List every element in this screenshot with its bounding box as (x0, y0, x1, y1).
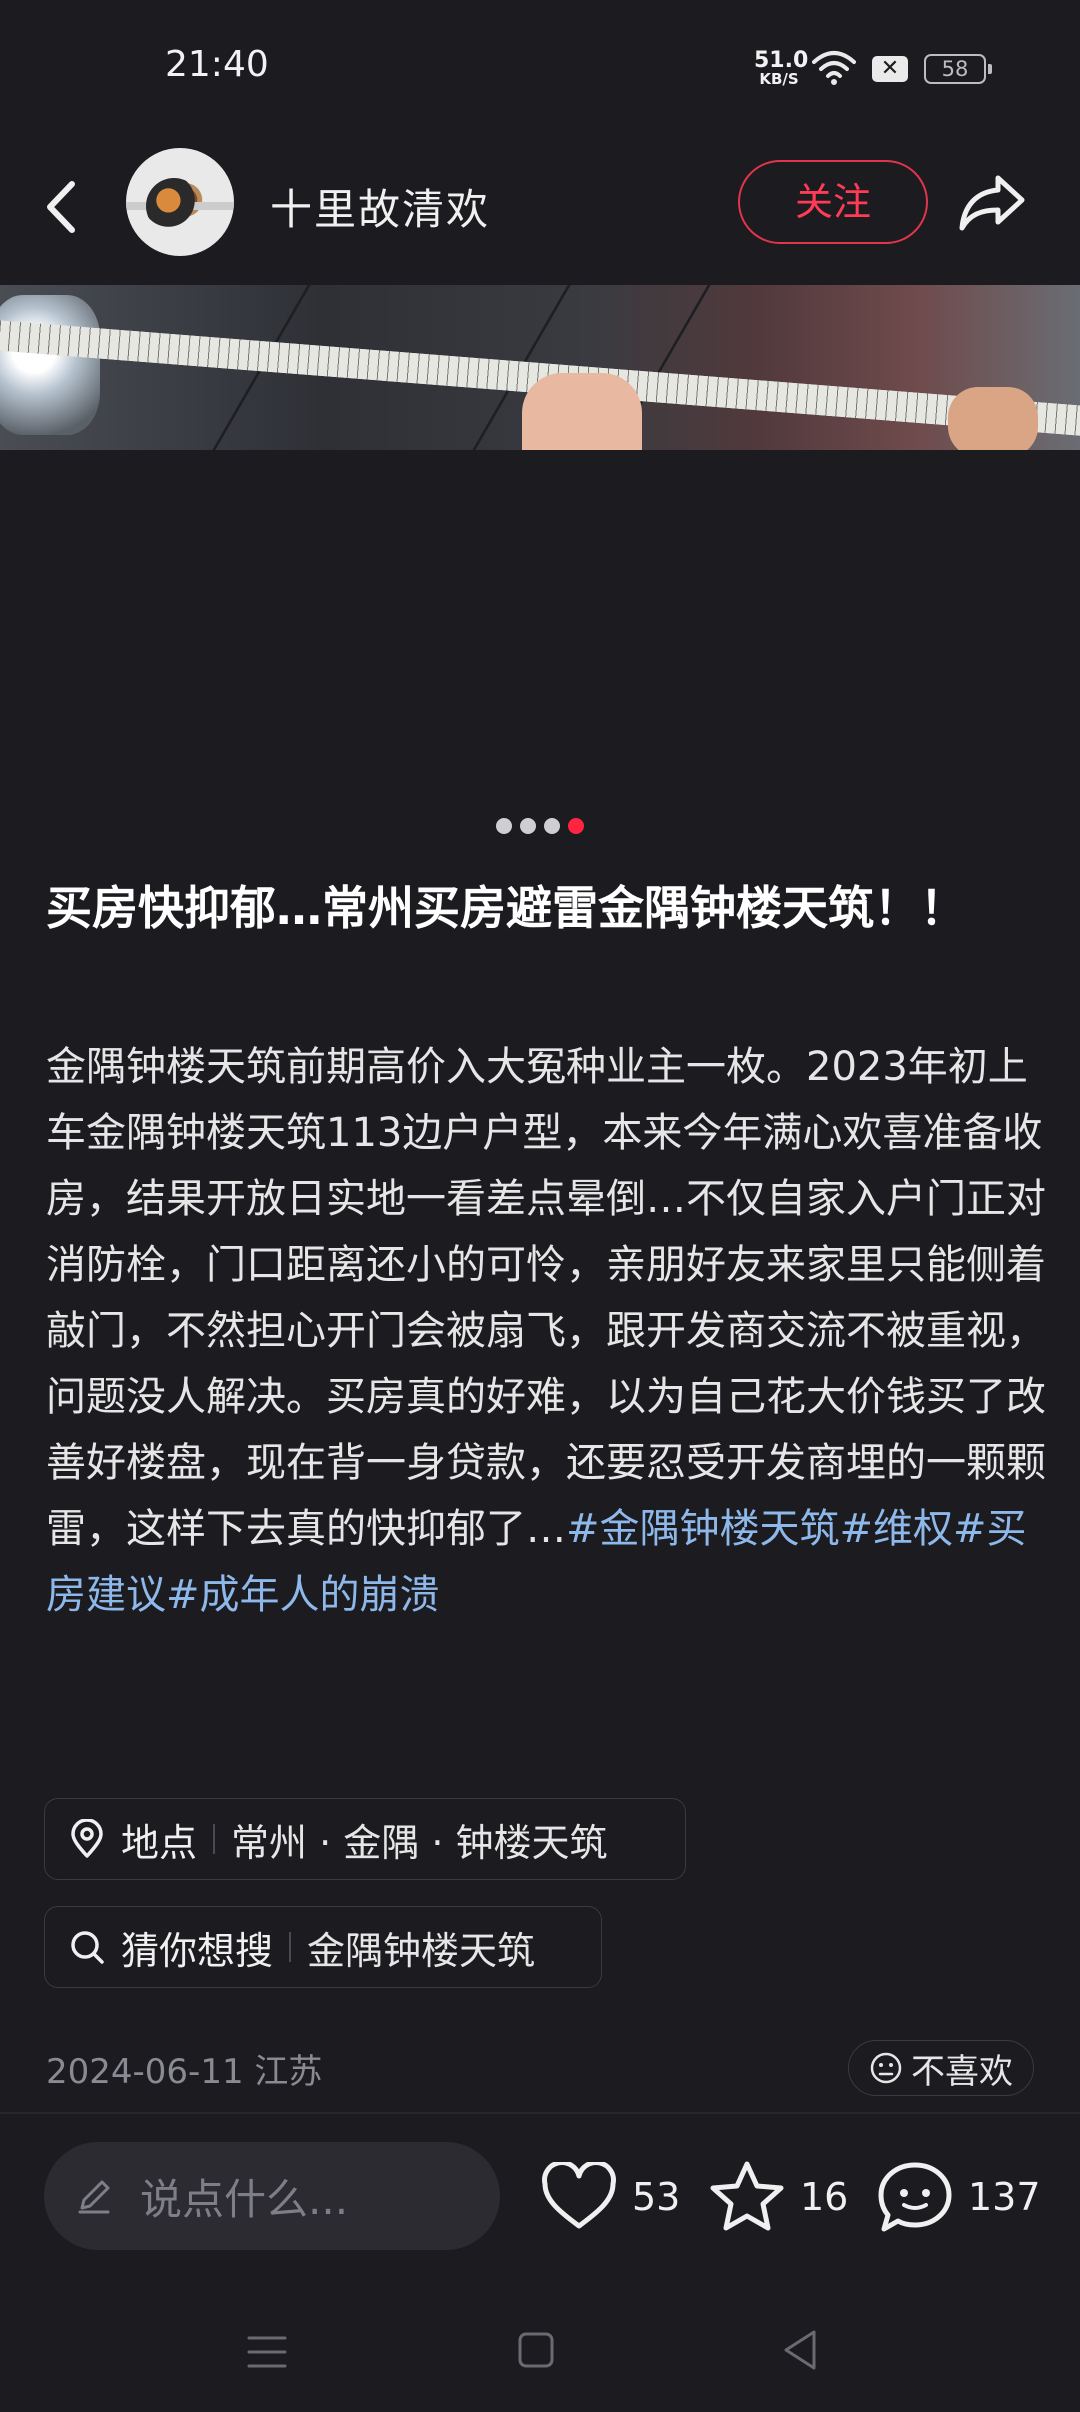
post-image[interactable] (0, 285, 1080, 450)
divider (0, 2112, 1080, 2114)
battery-level: 58 (941, 57, 969, 81)
suggested-search-value: 金隅钟楼天筑 (307, 1928, 536, 1973)
comment-input[interactable]: 说点什么... (44, 2142, 500, 2250)
home-icon[interactable] (516, 2330, 556, 2370)
collect-count: 16 (800, 2175, 849, 2219)
post-detail-page: 21:40 51.0 KB/S ✕ 58 十里故清欢 关注 买房快抑郁…常州买房… (0, 0, 1080, 2412)
carousel-dot-active (568, 818, 584, 834)
location-pin-icon (71, 1819, 103, 1858)
share-icon[interactable] (958, 170, 1028, 236)
post-title: 买房快抑郁…常州买房避雷金隅钟楼天筑！！ (46, 881, 966, 935)
suggested-search-label: 猜你想搜 (121, 1928, 274, 1973)
carousel-dot (520, 818, 536, 834)
pen-icon (78, 2180, 110, 2214)
system-nav-bar (0, 2290, 1080, 2412)
comment-placeholder: 说点什么... (140, 2174, 349, 2224)
wifi-icon (812, 51, 856, 85)
status-bar: 21:40 51.0 KB/S ✕ 58 (0, 0, 1080, 140)
location-label: 地点 (121, 1820, 198, 1865)
post-body: 金隅钟楼天筑前期高价入大冤种业主一枚。2023年初上车金隅钟楼天筑113边户户型… (46, 1034, 1046, 1628)
star-icon (710, 2161, 784, 2231)
carousel-indicator (0, 818, 1080, 834)
author-name[interactable]: 十里故清欢 (270, 176, 490, 237)
back-arrow-icon[interactable] (40, 176, 84, 238)
author-avatar[interactable] (126, 148, 234, 256)
network-speed-unit: KB/S (759, 70, 799, 88)
chip-divider (289, 1932, 292, 1962)
network-speed-value: 51.0 (754, 48, 809, 73)
status-time: 21:40 (165, 44, 269, 85)
battery-icon: 58 (924, 54, 992, 84)
like-button[interactable]: 53 (540, 2152, 680, 2242)
comment-count: 137 (968, 2175, 1041, 2219)
dislike-button[interactable]: 不喜欢 (848, 2040, 1034, 2096)
carousel-dot (544, 818, 560, 834)
post-body-text: 金隅钟楼天筑前期高价入大冤种业主一枚。2023年初上车金隅钟楼天筑113边户户型… (46, 1044, 1046, 1552)
location-value: 常州 · 金隅 · 钟楼天筑 (231, 1820, 608, 1865)
chip-divider (213, 1824, 216, 1854)
comment-button[interactable]: 137 (876, 2152, 1041, 2242)
recent-apps-icon[interactable] (247, 2332, 287, 2372)
chat-bubble-icon (878, 2162, 952, 2232)
suggested-search-chip[interactable]: 猜你想搜 金隅钟楼天筑 (44, 1906, 602, 1988)
search-icon (71, 1931, 104, 1964)
post-date-region: 2024-06-11 江苏 (46, 2052, 323, 2092)
follow-button[interactable]: 关注 (738, 160, 928, 244)
dislike-label: 不喜欢 (911, 2051, 1013, 2092)
carousel-dot (496, 818, 512, 834)
heart-icon (542, 2162, 616, 2229)
collect-button[interactable]: 16 (708, 2152, 848, 2242)
neutral-face-icon (870, 2052, 902, 2084)
network-speed: 51.0 KB/S (754, 48, 809, 88)
post-header: 十里故清欢 关注 (0, 140, 1080, 285)
like-count: 53 (632, 2175, 681, 2219)
no-sim-icon: ✕ (872, 56, 908, 82)
location-chip[interactable]: 地点 常州 · 金隅 · 钟楼天筑 (44, 1798, 686, 1880)
nav-back-icon[interactable] (780, 2328, 820, 2372)
